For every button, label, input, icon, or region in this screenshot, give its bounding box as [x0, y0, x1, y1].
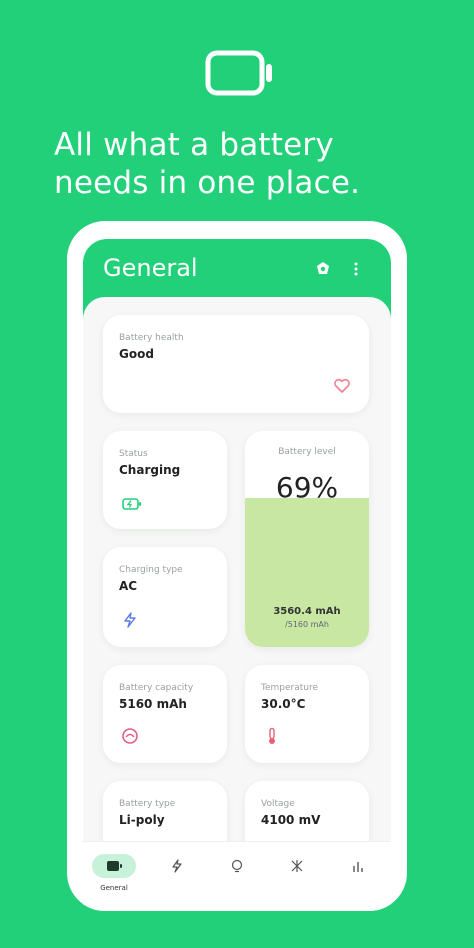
card-label: Battery health [119, 333, 184, 343]
battery-icon [107, 861, 122, 871]
dashboard: Battery health Good Status Charging Batt… [83, 297, 391, 841]
bolt-icon [124, 612, 136, 628]
battery-level-mah: 3560.4 mAh [273, 606, 341, 617]
battery-capacity-card[interactable]: Battery capacity 5160 mAh [103, 665, 227, 763]
settings-icon[interactable] [315, 261, 331, 277]
nav-item-tips[interactable] [212, 854, 262, 898]
nav-item-stats[interactable] [333, 854, 383, 898]
battery-icon [205, 50, 272, 96]
card-label: Charging type [119, 565, 183, 575]
charging-type-card[interactable]: Charging type AC [103, 547, 227, 647]
nav-item-general[interactable]: General [89, 854, 139, 898]
app-screen: General Battery health Good Status Charg… [83, 239, 391, 911]
voltage-card[interactable]: Voltage 4100 mV [245, 781, 369, 841]
headline-line-2: needs in one place. [54, 165, 361, 201]
temperature-card[interactable]: Temperature 30.0°C [245, 665, 369, 763]
status-card[interactable]: Status Charging [103, 431, 227, 529]
card-label: Status [119, 449, 148, 459]
battery-level-percent: 69% [275, 471, 339, 504]
card-value: 30.0°C [261, 697, 306, 711]
card-label: Temperature [261, 683, 319, 693]
nav-item-tools[interactable] [272, 854, 322, 898]
headline-line-1: All what a battery [54, 127, 334, 163]
nav-label: General [100, 884, 128, 892]
heart-icon [334, 378, 350, 393]
gauge-icon [122, 728, 138, 744]
battery-level-total: /5160 mAh [285, 620, 329, 629]
phone-frame: General Battery health Good Status Charg… [67, 221, 407, 911]
tools-icon [291, 860, 303, 872]
card-label: Battery capacity [119, 683, 194, 693]
nav-item-charging[interactable] [152, 854, 202, 898]
thermometer-icon [269, 727, 275, 744]
page-title: General [103, 254, 198, 282]
headline: All what a battery needs in one place. [54, 126, 454, 202]
lightbulb-icon [231, 859, 243, 873]
bolt-icon [172, 859, 182, 873]
card-value: 5160 mAh [119, 697, 187, 711]
card-value: Charging [119, 463, 181, 477]
battery-level-card[interactable]: Battery level 69% 3560.4 mAh /5160 mAh [245, 431, 369, 647]
bottom-navigation: General [83, 841, 391, 911]
battery-charging-icon [122, 498, 141, 510]
card-label: Battery level [278, 447, 336, 457]
card-label: Battery type [119, 799, 176, 809]
card-label: Voltage [261, 799, 295, 809]
battery-health-card[interactable]: Battery health Good [103, 315, 369, 413]
card-value: Good [119, 347, 154, 361]
card-value: AC [119, 579, 138, 593]
battery-type-card[interactable]: Battery type Li-poly [103, 781, 227, 841]
card-value: 4100 mV [261, 813, 321, 827]
card-value: Li-poly [119, 813, 165, 827]
more-vert-icon[interactable] [353, 261, 359, 277]
bar-chart-icon [353, 862, 363, 872]
